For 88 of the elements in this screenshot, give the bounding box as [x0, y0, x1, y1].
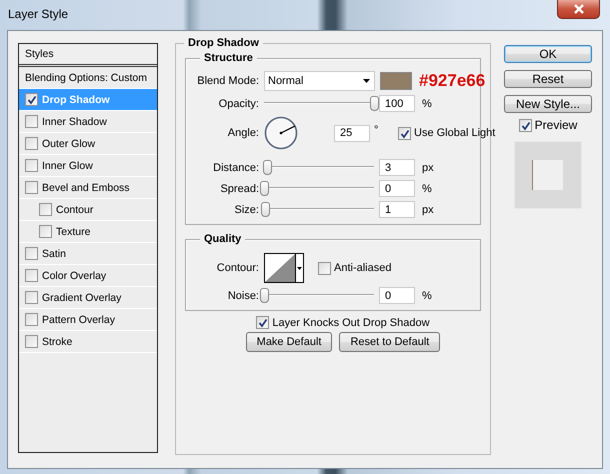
unit-label: % [422, 98, 433, 110]
style-item[interactable]: Satin [19, 243, 157, 265]
number-field[interactable]: 0 [379, 287, 415, 304]
preview-thumbnail [514, 141, 582, 209]
color-swatch[interactable] [380, 72, 412, 90]
field-label: Noise: [226, 290, 259, 302]
unit-label: % [422, 182, 433, 194]
dialog-button[interactable]: New Style... [504, 95, 592, 113]
checkbox[interactable] [318, 262, 331, 274]
group-title: Structure [200, 52, 257, 64]
checkbox[interactable] [39, 203, 52, 216]
dialog-button[interactable]: Reset [504, 70, 592, 88]
caret-icon [363, 79, 370, 83]
checkbox[interactable] [25, 159, 38, 172]
unit-label: ° [374, 124, 380, 136]
item-label: Drop Shadow [42, 94, 110, 106]
number-field[interactable]: 0 [379, 180, 415, 197]
style-item[interactable]: Inner Glow [19, 155, 157, 177]
style-item[interactable]: Pattern Overlay [19, 309, 157, 331]
checkbox[interactable] [25, 115, 38, 128]
style-item[interactable]: Stroke [19, 331, 157, 353]
dialog-button[interactable]: OK [504, 45, 592, 63]
item-label: Color Overlay [42, 270, 106, 282]
unit-label: px [422, 204, 435, 216]
item-label: Bevel and Emboss [42, 182, 130, 194]
item-label: Contour [56, 204, 94, 216]
checkbox-label: Layer Knocks Out Drop Shadow [272, 316, 430, 328]
close-button[interactable] [557, 0, 600, 19]
slider-thumb[interactable] [261, 202, 270, 217]
field-label: Blend Mode: [196, 75, 259, 87]
checkbox[interactable] [39, 225, 52, 238]
field-label: Spread: [219, 182, 259, 194]
style-item[interactable]: Contour [19, 199, 157, 221]
checkbox-label: Preview [534, 118, 578, 132]
field-label: Size: [234, 204, 259, 216]
style-item[interactable]: Gradient Overlay [19, 287, 157, 309]
checkbox[interactable] [25, 313, 38, 326]
slider-thumb[interactable] [260, 181, 269, 196]
blend-mode-dropdown[interactable]: Normal [264, 71, 375, 91]
caret-icon [297, 266, 302, 270]
angle-dial[interactable] [264, 116, 298, 150]
style-item[interactable]: Outer Glow [19, 133, 157, 155]
contour-picker[interactable] [264, 253, 304, 283]
checkbox-label: Anti-aliased [334, 262, 392, 274]
checkbox[interactable] [518, 118, 532, 132]
number-field[interactable]: 3 [379, 159, 415, 176]
unit-label: % [422, 290, 433, 302]
item-label: Inner Glow [42, 160, 93, 172]
color-annotation: #927e66 [419, 71, 486, 91]
checkbox[interactable] [25, 93, 38, 106]
style-item[interactable]: Color Overlay [19, 265, 157, 287]
number-field[interactable]: 25 [334, 124, 370, 142]
action-button[interactable]: Make Default [246, 332, 332, 352]
item-label: Gradient Overlay [42, 292, 122, 304]
number-field[interactable]: 1 [379, 201, 415, 218]
item-label: Inner Shadow [42, 116, 107, 128]
group-title: Quality [200, 233, 246, 245]
checkbox[interactable] [25, 269, 38, 282]
slider-thumb[interactable] [260, 288, 269, 303]
item-label: Texture [56, 226, 90, 238]
slider-thumb[interactable] [370, 96, 379, 111]
checkbox[interactable] [25, 181, 38, 194]
item-label: Outer Glow [42, 138, 96, 150]
checkbox[interactable] [256, 316, 270, 329]
style-item[interactable]: Bevel and Emboss [19, 177, 157, 199]
checkbox[interactable] [25, 247, 38, 260]
style-item[interactable]: Texture [19, 221, 157, 243]
checkbox-label: Use Global Light [414, 127, 496, 139]
checkbox[interactable] [398, 126, 411, 140]
field-label: Contour: [216, 262, 259, 274]
checkbox[interactable] [25, 335, 38, 348]
checkbox[interactable] [25, 291, 38, 304]
field-label: Distance: [212, 162, 259, 174]
style-item[interactable]: Inner Shadow [19, 111, 157, 133]
item-label: Satin [42, 248, 66, 260]
group-title: Drop Shadow [184, 37, 263, 49]
slider-thumb[interactable] [263, 160, 272, 175]
number-field[interactable]: 100 [379, 95, 415, 112]
window-title: Layer Style [8, 7, 68, 21]
close-icon [572, 4, 584, 14]
item-label: Pattern Overlay [42, 314, 115, 326]
action-button[interactable]: Reset to Default [339, 332, 440, 352]
item-label: Stroke [42, 336, 72, 348]
unit-label: px [422, 162, 435, 174]
contour-curve-icon [265, 254, 295, 282]
field-label: Angle: [226, 127, 259, 139]
checkbox[interactable] [25, 137, 38, 150]
field-label: Opacity: [218, 98, 259, 110]
